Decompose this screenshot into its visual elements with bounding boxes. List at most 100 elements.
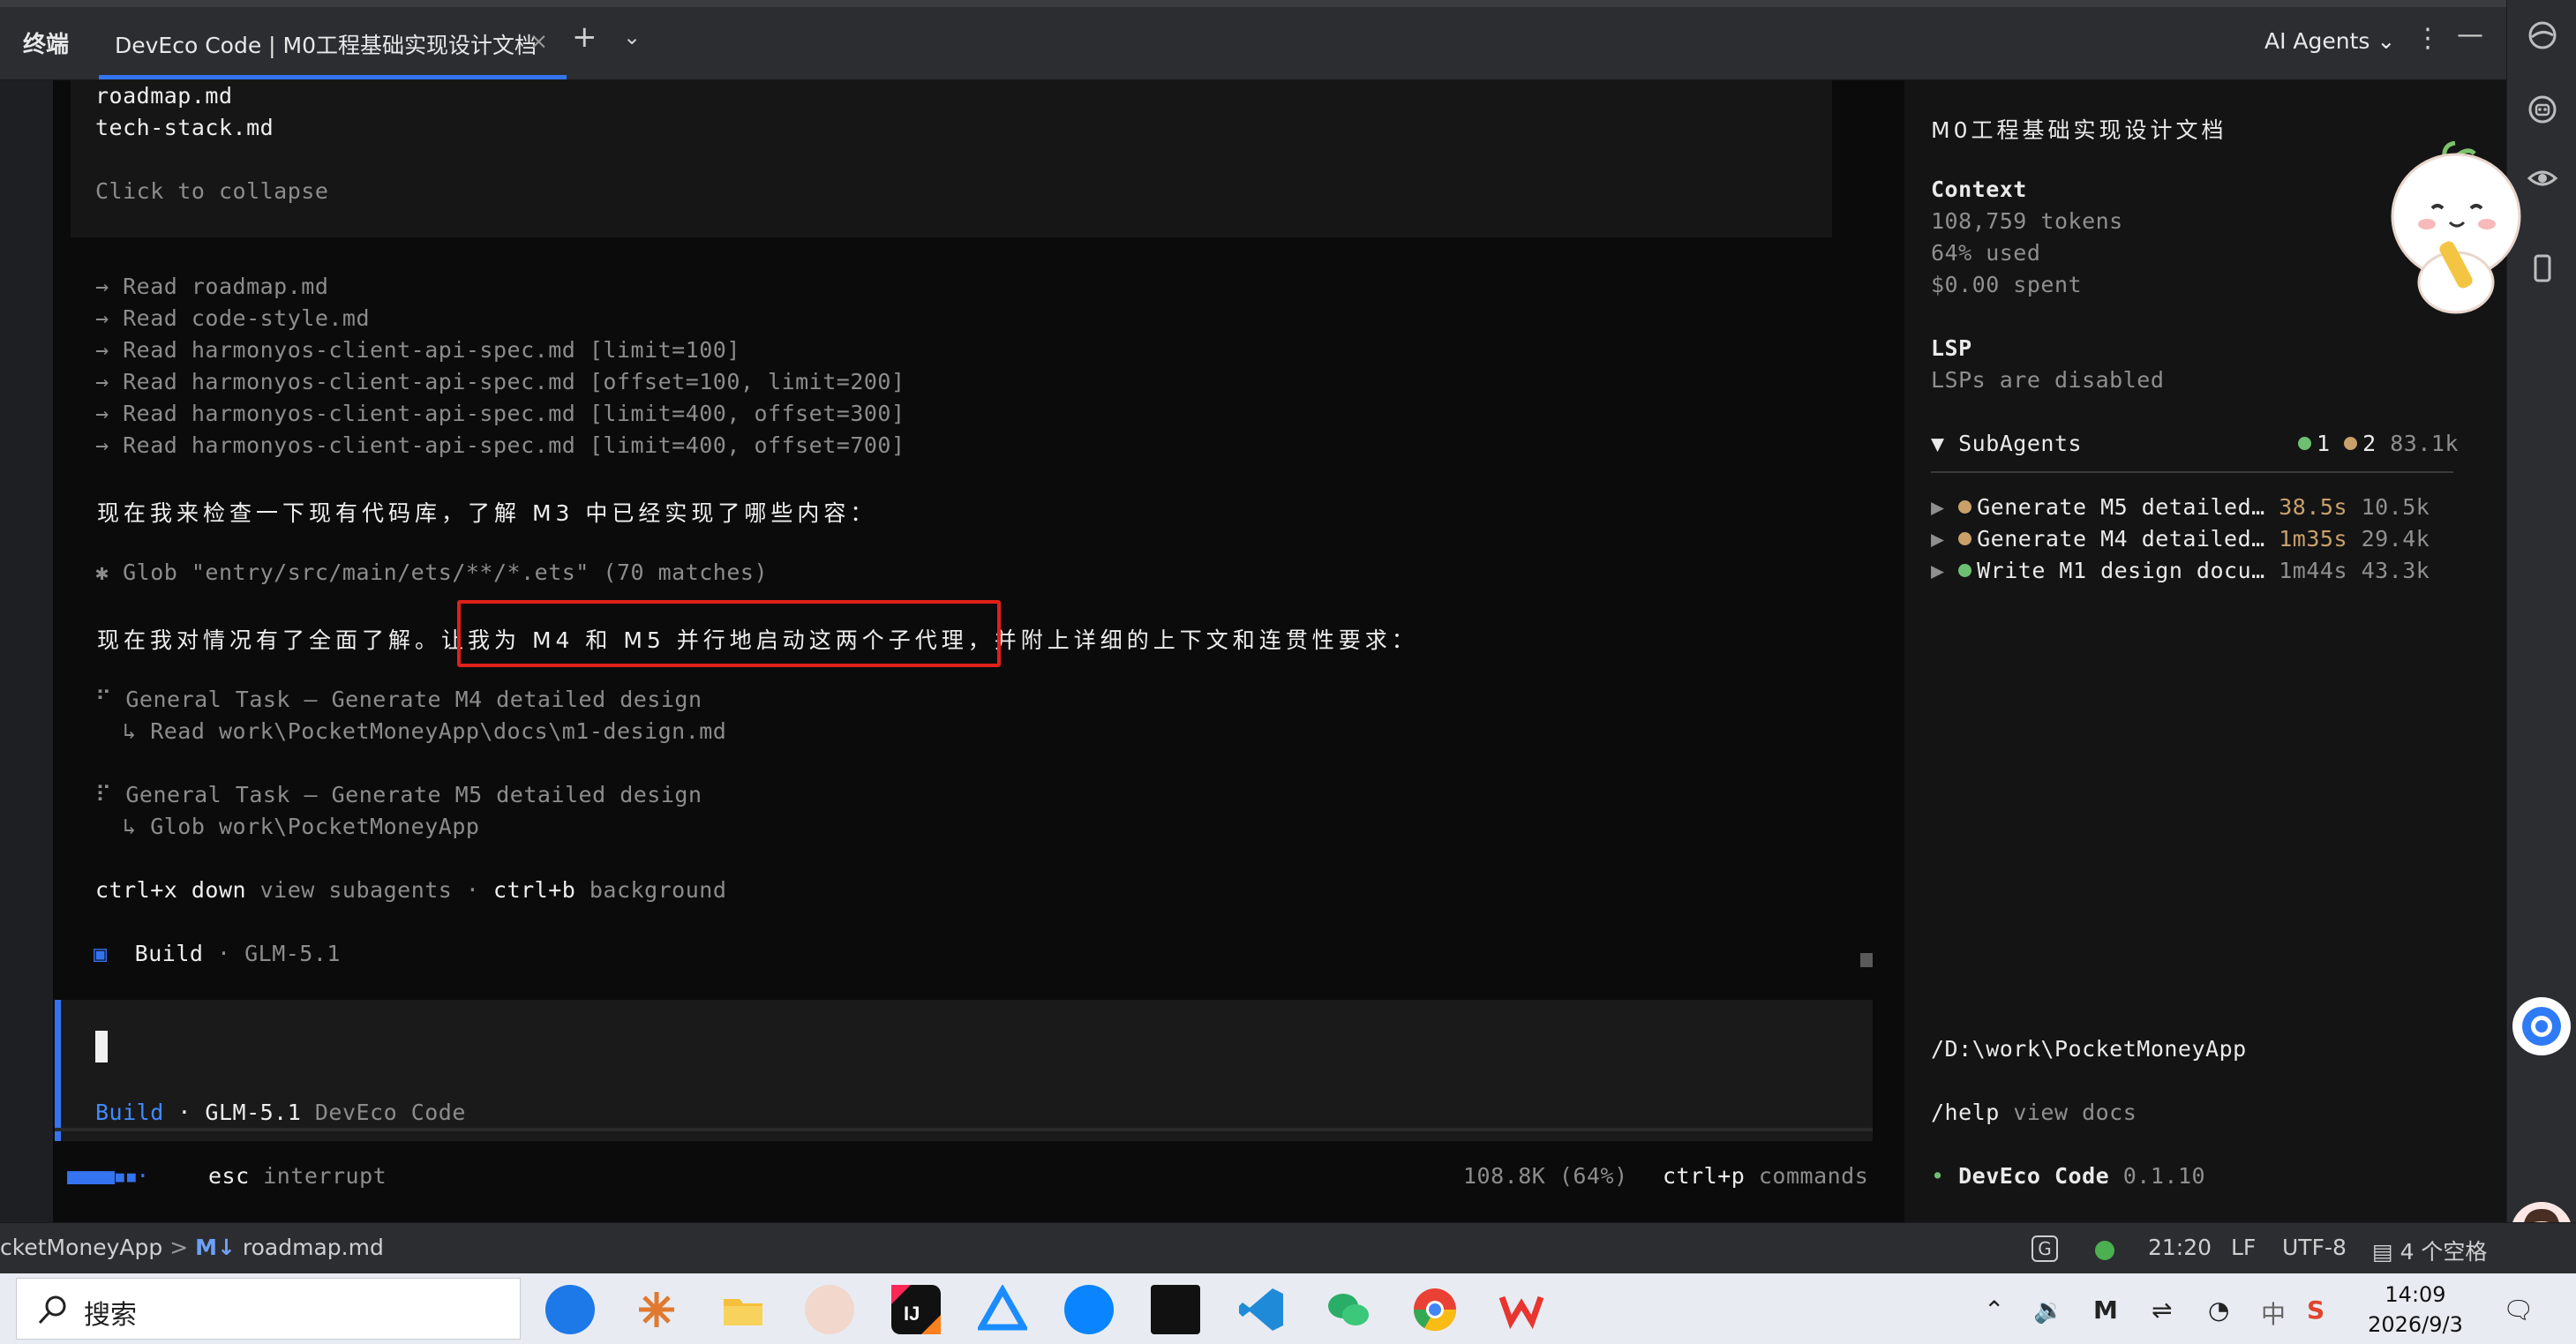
markdown-icon: M↓ <box>195 1235 236 1260</box>
taskbar-app-wechat-icon[interactable] <box>1324 1285 1373 1334</box>
breadcrumb: cketMoneyApp > M↓ roadmap.md <box>0 1235 384 1260</box>
token-usage: 108.8K (64%) <box>1463 1163 1628 1189</box>
taskbar-app-chrome-icon[interactable] <box>1410 1285 1460 1334</box>
globe-swirl-icon[interactable] <box>2525 19 2560 55</box>
taskbar-clock[interactable]: 14:09 2026/9/3 <box>2367 1280 2464 1340</box>
taskbar-app-sparkle-icon[interactable] <box>632 1285 681 1334</box>
divider <box>1931 471 2453 473</box>
read-line: → Read harmonyos-client-api-spec.md [lim… <box>95 401 905 426</box>
cmd-key[interactable]: ctrl+p <box>1663 1163 1745 1189</box>
active-tab-indicator <box>99 75 567 79</box>
expand-arrow-icon[interactable]: ▶ <box>1931 558 1958 583</box>
chevron-right-icon: > <box>169 1235 189 1260</box>
read-line: → Read harmonyos-client-api-spec.md [lim… <box>95 337 740 363</box>
line-ending[interactable]: LF <box>2231 1235 2256 1260</box>
expand-arrow-icon[interactable]: ▶ <box>1931 526 1958 552</box>
settings-sliders-icon[interactable]: ⇌ <box>2152 1295 2172 1325</box>
subagent-row[interactable]: ▶ Generate M5 detailed… 38.5s 10.5k <box>1931 494 2430 520</box>
separator <box>55 1128 1873 1131</box>
taskbar-app-deveco-icon[interactable] <box>975 1283 1030 1334</box>
top-strip <box>0 0 2506 7</box>
wifi-icon[interactable]: ◔ <box>2208 1295 2229 1325</box>
hint-key[interactable]: ctrl+b <box>493 877 575 903</box>
status-dot <box>1958 531 1972 545</box>
taskbar-app-docker-icon[interactable] <box>545 1285 595 1334</box>
breadcrumb-file[interactable]: roadmap.md <box>243 1235 384 1260</box>
mascot-sticker <box>2390 140 2522 318</box>
taskbar-app-wps-icon[interactable] <box>1497 1285 1546 1334</box>
ime-mode-icon[interactable]: M <box>2093 1295 2118 1325</box>
taskbar-app-intellij-icon[interactable]: IJ <box>891 1285 941 1334</box>
scrollbar-thumb[interactable] <box>1860 953 1873 967</box>
summary-pre: 现在我对情况有了全面了解。 <box>97 627 442 653</box>
interrupt-hint: esc interrupt <box>208 1163 387 1189</box>
chevron-up-icon[interactable]: ⌃ <box>1984 1295 2004 1325</box>
more-options-icon[interactable]: ⋮ <box>2415 23 2441 54</box>
collapsible-output[interactable] <box>71 80 1832 237</box>
assistant-message: 现在我来检查一下现有代码库，了解 M3 中已经实现了哪些内容： <box>97 500 877 526</box>
add-tab-icon[interactable]: + <box>572 19 597 55</box>
subagent-task-detail: ↳ Glob work\PocketMoneyApp <box>95 814 480 839</box>
minimize-icon[interactable]: — <box>2457 19 2483 50</box>
terminal-label[interactable]: 终端 <box>23 26 69 59</box>
build-status: ▣ Build · GLM-5.1 <box>94 941 341 966</box>
taskbar-app-folder-icon[interactable] <box>718 1285 768 1334</box>
robot-icon[interactable] <box>2525 94 2560 129</box>
taskbar-search[interactable]: 搜索 <box>16 1278 521 1340</box>
tab-title: DevEco Code | M0工程基础实现设计文档 <box>115 33 537 58</box>
taskbar-app-terminal-icon[interactable] <box>1151 1285 1200 1334</box>
subagents-summary: 1 2 83.1k <box>2298 431 2459 456</box>
read-line: → Read harmonyos-client-api-spec.md [off… <box>95 369 905 394</box>
file-encoding[interactable]: UTF-8 <box>2282 1235 2347 1260</box>
context-spent: $0.00 spent <box>1931 272 2083 297</box>
cursor-position[interactable]: 21:20 <box>2148 1235 2212 1260</box>
breadcrumb-project[interactable]: cketMoneyApp <box>0 1235 162 1260</box>
lsp-status: LSPs are disabled <box>1931 367 2165 393</box>
notification-icon[interactable]: 🗨 <box>2503 1295 2535 1325</box>
tab-deveco-code[interactable]: DevEco Code | M0工程基础实现设计文档 × <box>99 14 567 79</box>
device-icon[interactable] <box>2525 252 2560 288</box>
sogou-icon[interactable]: S <box>2307 1295 2324 1325</box>
build-icon: ▣ <box>94 941 108 966</box>
help-command[interactable]: /help <box>1931 1100 2000 1125</box>
done-dot <box>2298 436 2311 450</box>
text-cursor <box>95 1031 108 1062</box>
expand-arrow-icon[interactable]: ▶ <box>1931 494 1958 520</box>
eye-icon[interactable] <box>2525 162 2560 198</box>
close-icon[interactable]: × <box>529 28 548 54</box>
keyboard-hints: ctrl+x down view subagents · ctrl+b back… <box>95 877 727 903</box>
clock-time: 14:09 <box>2384 1282 2446 1307</box>
taskbar-app-avatar-icon[interactable] <box>805 1285 854 1334</box>
volume-icon[interactable]: 🔉 <box>2033 1295 2064 1325</box>
taskbar-app-vscode-icon[interactable] <box>1237 1285 1287 1334</box>
hint-key[interactable]: ctrl+x down <box>95 877 246 903</box>
highlight-box <box>457 600 1001 667</box>
assistant-orb-icon[interactable] <box>2512 997 2571 1055</box>
status-ok-icon[interactable] <box>2095 1241 2114 1260</box>
taskbar-app-browser-icon[interactable] <box>1064 1285 1114 1334</box>
spinner-icon: ■■■■▪▪· <box>67 1163 149 1189</box>
clock-date: 2026/9/3 <box>2368 1312 2463 1337</box>
subagents-toggle[interactable]: ▼ SubAgents <box>1931 431 2082 456</box>
subagent-task-title: ⠏ General Task — Generate M5 detailed de… <box>95 782 702 807</box>
subagent-row[interactable]: ▶ Write M1 design docu… 1m44s 43.3k <box>1931 558 2430 583</box>
subagent-row[interactable]: ▶ Generate M4 detailed… 1m35s 29.4k <box>1931 526 2430 552</box>
input-accent-bar <box>55 1000 61 1141</box>
esc-key[interactable]: esc <box>208 1163 250 1189</box>
indent-setting[interactable]: ▤ 4 个空格 <box>2372 1235 2487 1266</box>
running-dot <box>2344 436 2358 450</box>
mode-label[interactable]: Build <box>95 1100 164 1125</box>
context-tokens: 108,759 tokens <box>1931 208 2123 234</box>
chevron-down-icon[interactable]: ⌄ <box>623 25 641 49</box>
status-dot <box>1958 499 1972 514</box>
grammar-g-icon[interactable]: G <box>2032 1235 2058 1262</box>
file-line: roadmap.md <box>95 83 233 109</box>
ai-agents-dropdown[interactable]: AI Agents ⌄ <box>2264 28 2395 54</box>
collapse-hint[interactable]: Click to collapse <box>95 178 328 204</box>
file-line: tech-stack.md <box>95 115 274 140</box>
ime-language[interactable]: 中 <box>2261 1295 2286 1331</box>
read-line: → Read code-style.md <box>95 305 371 331</box>
status-dot <box>1958 563 1972 577</box>
help-hint: /help view docs <box>1931 1100 2137 1125</box>
brand-line: • DevEco Code 0.1.10 <box>1931 1163 2206 1189</box>
